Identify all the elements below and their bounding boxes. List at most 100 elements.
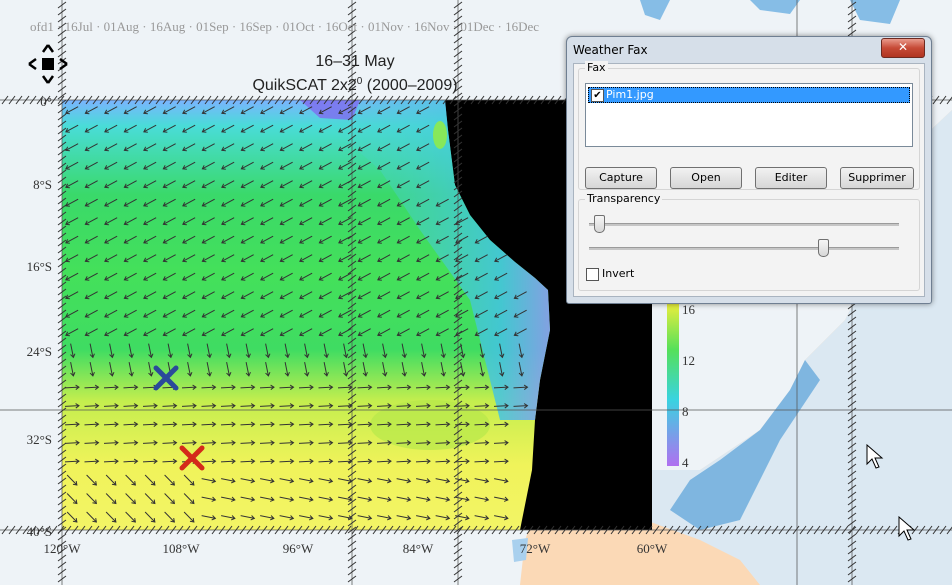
wind-arrow xyxy=(279,386,294,389)
close-button[interactable]: ✕ xyxy=(881,38,925,58)
pan-arrows-icon[interactable] xyxy=(26,42,70,86)
wind-arrow xyxy=(103,405,119,407)
wind-arrow xyxy=(84,405,99,407)
list-item[interactable]: ✔ Pim1.jpg xyxy=(588,87,910,103)
wind-arrow xyxy=(201,423,216,426)
wind-arrow xyxy=(493,405,509,407)
slider-track-2 xyxy=(589,247,899,250)
colorbar-tick: 12 xyxy=(682,353,695,368)
fax-file-list[interactable]: ✔ Pim1.jpg xyxy=(585,83,913,147)
wind-arrow xyxy=(435,386,450,389)
file-checkbox[interactable]: ✔ xyxy=(591,89,604,102)
wind-arrow xyxy=(259,460,275,463)
second-slider-thumb[interactable] xyxy=(817,239,829,257)
wind-arrow xyxy=(318,460,333,463)
lon-label: 84°W xyxy=(403,541,434,556)
wind-arrow xyxy=(84,386,99,389)
wind-arrow xyxy=(142,442,158,444)
wind-arrow xyxy=(474,386,489,389)
wind-arrow xyxy=(220,460,236,463)
green-coastal-patch xyxy=(433,121,447,149)
pan-down-icon[interactable] xyxy=(41,75,55,84)
fax-group: Fax ✔ Pim1.jpg Capture Open Editer Suppr… xyxy=(578,61,920,190)
invert-checkbox[interactable] xyxy=(586,268,599,281)
capture-button[interactable]: Capture xyxy=(585,167,657,189)
wind-arrow xyxy=(357,460,372,463)
wind-arrow xyxy=(396,386,411,389)
close-icon: ✕ xyxy=(897,40,909,54)
wind-arrow xyxy=(493,386,509,389)
wind-arrow xyxy=(201,386,216,389)
wind-arrow xyxy=(415,442,431,444)
wind-arrow xyxy=(240,460,255,463)
wind-arrow xyxy=(435,405,450,407)
pan-center[interactable] xyxy=(42,58,54,70)
cursor-icon xyxy=(898,516,916,541)
wind-arrow xyxy=(142,405,158,407)
wind-arrow xyxy=(201,442,216,444)
wind-arrow xyxy=(435,423,450,426)
wind-arrow xyxy=(279,460,294,463)
colorbar-tick: 8 xyxy=(682,404,689,419)
wind-arrow xyxy=(84,460,99,463)
wind-arrow xyxy=(103,460,119,463)
wind-arrow xyxy=(298,423,314,426)
wind-arrow xyxy=(298,386,314,389)
wind-arrow xyxy=(474,405,489,407)
wind-arrow xyxy=(220,423,236,426)
pan-right-icon[interactable] xyxy=(59,57,68,71)
wind-arrow xyxy=(279,405,294,407)
wind-arrow xyxy=(123,442,138,444)
lat-label: 8°S xyxy=(33,177,52,192)
wind-arrow xyxy=(396,405,411,407)
wind-arrow xyxy=(357,442,372,444)
lat-label: 40°S xyxy=(27,524,52,539)
transparency-slider-thumb[interactable] xyxy=(594,215,606,233)
wind-arrow xyxy=(318,386,333,389)
wind-arrow xyxy=(376,386,392,389)
pan-up-icon[interactable] xyxy=(41,44,55,53)
wind-arrow xyxy=(357,405,372,407)
wind-arrow xyxy=(279,442,294,444)
wind-arrow xyxy=(64,460,80,463)
wind-arrow xyxy=(103,386,119,389)
wind-arrow xyxy=(181,386,197,389)
transparency-label: Transparency xyxy=(585,192,663,205)
wind-arrow xyxy=(220,386,236,389)
wind-arrow xyxy=(454,405,470,407)
wind-arrow xyxy=(64,442,80,444)
map-title-line1: 16–31 May xyxy=(315,53,394,70)
wind-arrow xyxy=(337,386,353,389)
wind-arrow xyxy=(162,423,177,426)
lon-label: 96°W xyxy=(283,541,314,556)
wind-arrow xyxy=(298,460,314,463)
dialog-title: Weather Fax xyxy=(573,43,648,57)
wind-arrow xyxy=(474,442,489,444)
wind-arrow xyxy=(201,405,216,407)
edit-button[interactable]: Editer xyxy=(755,167,827,189)
wind-arrow xyxy=(103,442,119,444)
wind-arrow xyxy=(357,386,372,389)
fax-group-label: Fax xyxy=(585,61,608,74)
lon-label: 108°W xyxy=(163,541,201,556)
wind-arrow xyxy=(103,423,119,426)
wind-arrow xyxy=(162,442,177,444)
open-button[interactable]: Open xyxy=(670,167,742,189)
delete-button[interactable]: Supprimer xyxy=(840,167,914,189)
wind-arrow xyxy=(435,442,450,444)
wind-arrow xyxy=(474,423,489,426)
wind-arrow xyxy=(201,460,216,463)
wind-arrow xyxy=(162,405,177,407)
wind-arrow xyxy=(259,442,275,444)
lon-label: 120°W xyxy=(44,541,82,556)
pan-left-icon[interactable] xyxy=(28,57,37,71)
wind-arrow xyxy=(415,460,431,463)
cursor-icon xyxy=(866,444,884,469)
wind-arrow xyxy=(396,460,411,463)
wind-arrow xyxy=(415,386,431,389)
wind-arrow xyxy=(376,423,392,426)
wind-arrow xyxy=(318,442,333,444)
colorbar xyxy=(667,300,679,466)
wind-arrow xyxy=(513,386,528,389)
file-name: Pim1.jpg xyxy=(606,88,654,101)
